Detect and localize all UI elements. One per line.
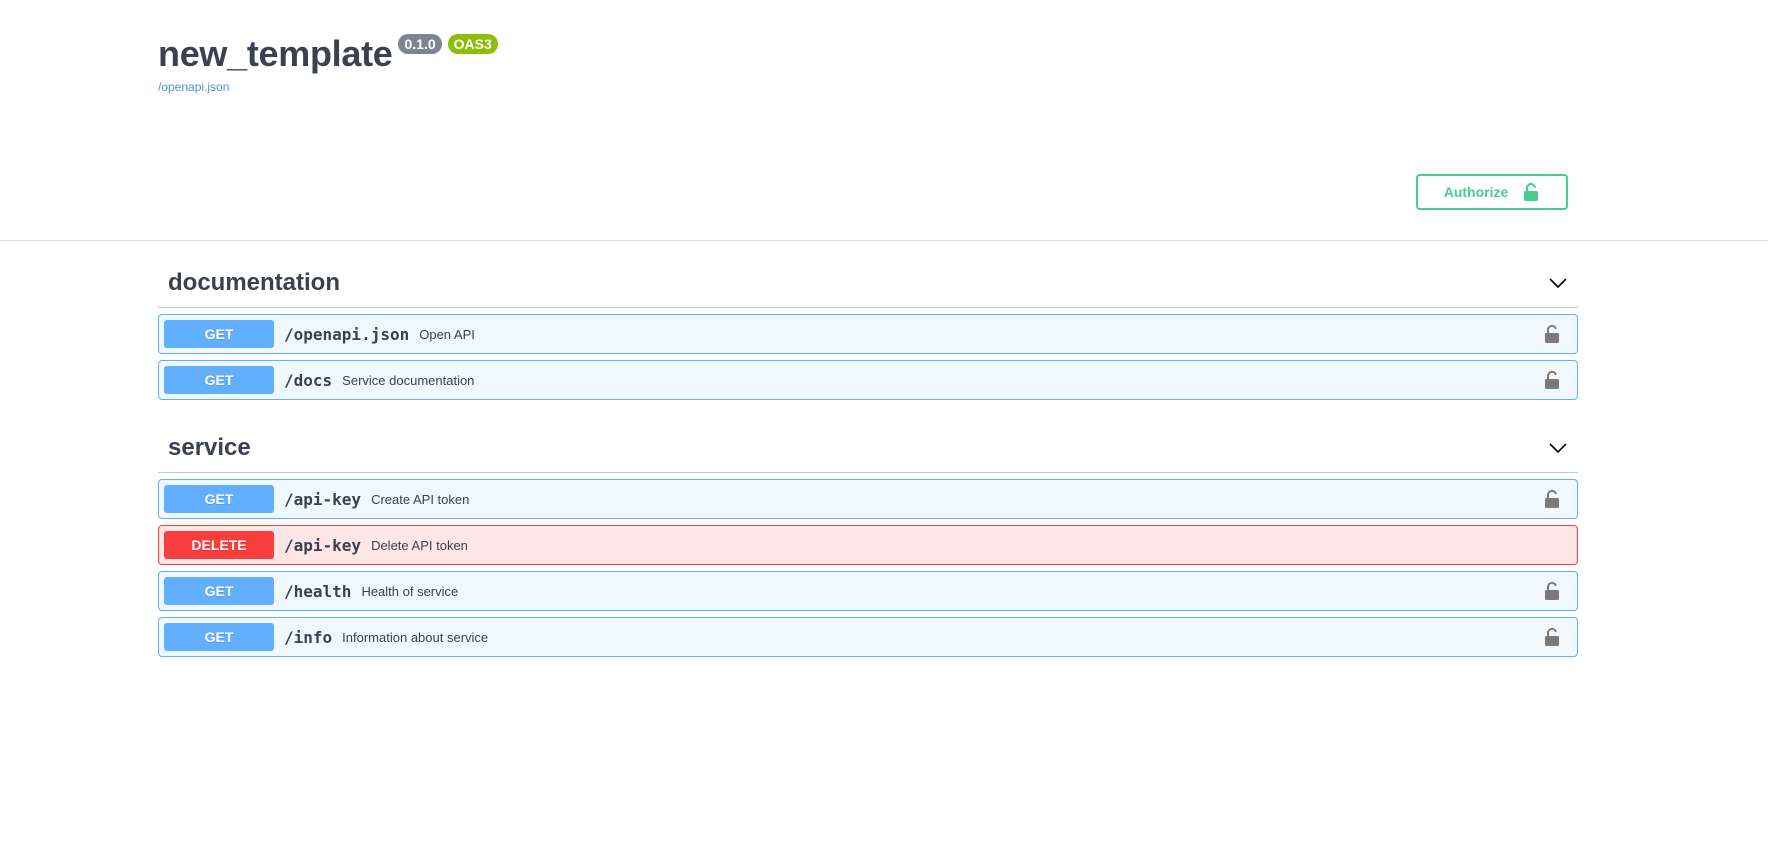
api-info: new_template 0.1.0 OAS3 /openapi.json [158,32,498,94]
tag-section-service: service GET /api-key Create API token DE… [158,423,1578,657]
lock-icon[interactable] [1544,489,1560,509]
method-badge: GET [164,577,274,605]
operation-path: /openapi.json [284,324,410,344]
scheme-container-divider [0,240,1768,241]
api-title: new_template [158,33,393,74]
method-badge: GET [164,485,274,513]
method-badge: GET [164,320,274,348]
operation-delete-api-key[interactable]: DELETE /api-key Delete API token [158,525,1578,565]
lock-icon[interactable] [1544,370,1560,390]
lock-icon[interactable] [1544,581,1560,601]
tag-header[interactable]: documentation [158,258,1578,308]
operation-summary: Create API token [371,491,470,507]
method-badge: GET [164,623,274,651]
authorize-button[interactable]: Authorize [1416,174,1568,210]
tag-section-documentation: documentation GET /openapi.json Open API… [158,258,1578,400]
tag-name: service [168,433,251,461]
operation-get-docs[interactable]: GET /docs Service documentation [158,360,1578,400]
operation-get-health[interactable]: GET /health Health of service [158,571,1578,611]
operation-path: /docs [284,370,333,390]
spec-url-link[interactable]: /openapi.json [158,80,498,94]
tag-header[interactable]: service [158,423,1578,473]
operation-path: /api-key [284,489,362,509]
swagger-ui: new_template 0.1.0 OAS3 /openapi.json Au… [0,0,1768,860]
operation-get-info[interactable]: GET /info Information about service [158,617,1578,657]
operation-path: /health [284,581,352,601]
operation-summary: Health of service [361,583,459,599]
version-badge: 0.1.0 [398,34,442,54]
chevron-down-icon[interactable] [1548,438,1568,458]
chevron-down-icon[interactable] [1548,273,1568,293]
method-badge: GET [164,366,274,394]
lock-icon[interactable] [1544,324,1560,344]
oas-badge: OAS3 [447,34,498,54]
lock-icon[interactable] [1544,627,1560,647]
operation-path: /info [284,627,333,647]
unlocked-padlock-icon [1524,182,1539,201]
authorize-label: Authorize [1443,184,1509,200]
operation-summary: Information about service [342,629,489,645]
operation-get-api-key[interactable]: GET /api-key Create API token [158,479,1578,519]
operation-get-openapi[interactable]: GET /openapi.json Open API [158,314,1578,354]
operation-summary: Open API [419,326,475,342]
operation-summary: Service documentation [342,372,475,388]
tag-name: documentation [168,268,340,296]
operation-summary: Delete API token [371,537,468,553]
operation-path: /api-key [284,535,362,555]
method-badge: DELETE [164,531,274,559]
title-row: new_template 0.1.0 OAS3 [158,32,498,76]
